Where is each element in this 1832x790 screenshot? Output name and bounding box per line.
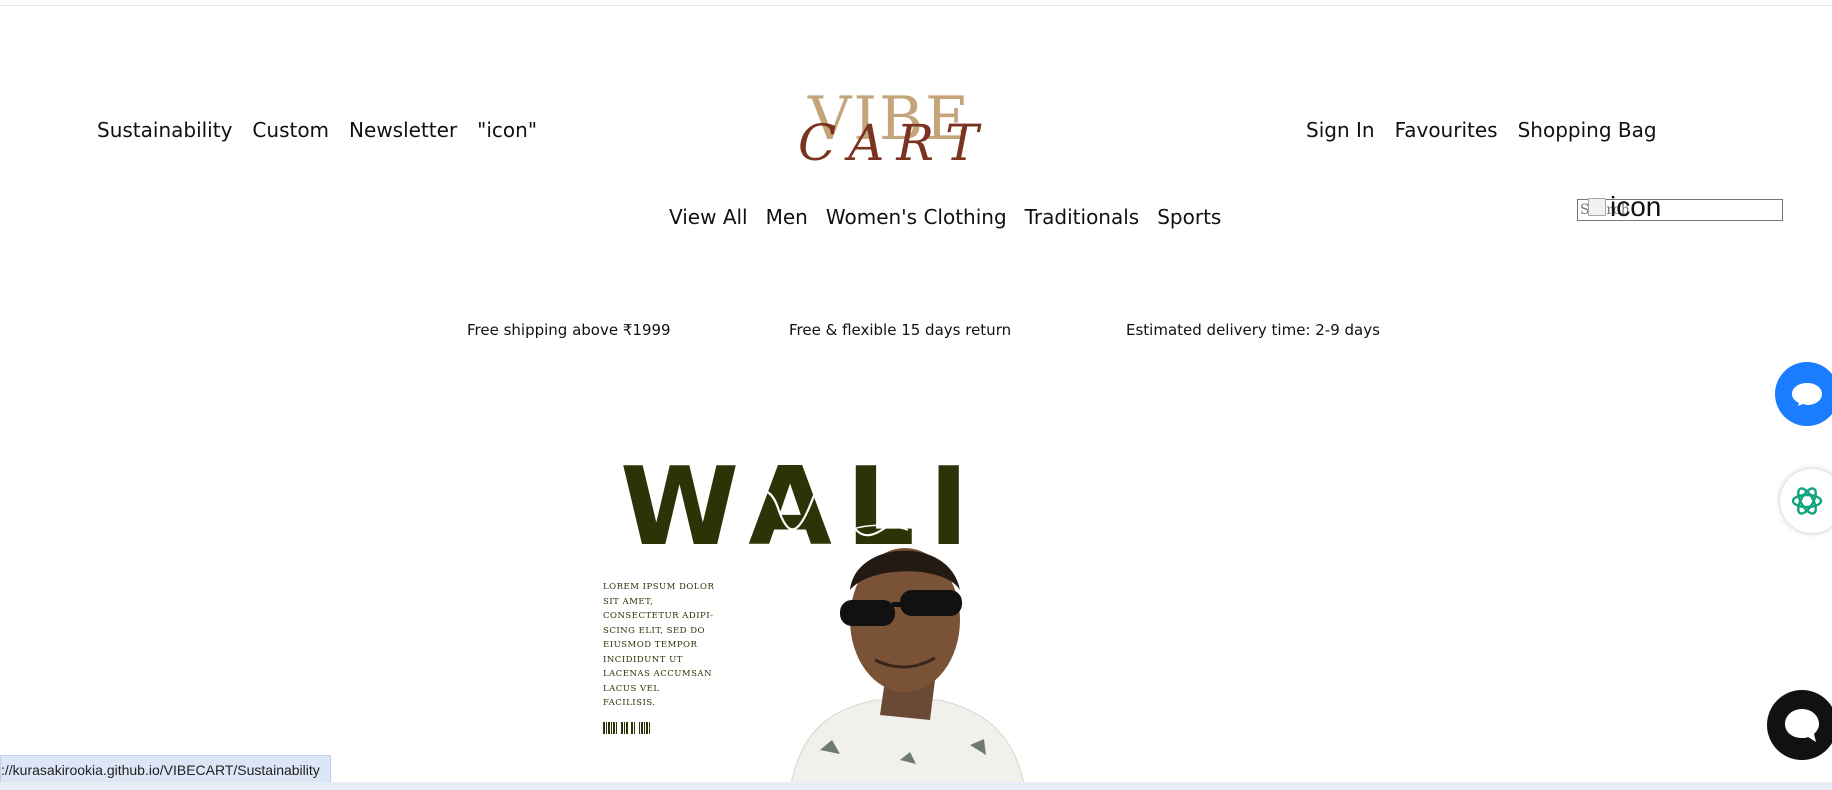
category-view-all[interactable]: View All: [669, 205, 748, 229]
nav-sustainability[interactable]: Sustainability: [97, 118, 232, 142]
search-box: icon: [1577, 191, 1786, 222]
vibecart-logo[interactable]: VIBE CART: [796, 84, 1036, 172]
category-men[interactable]: Men: [766, 205, 808, 229]
info-delivery: Estimated delivery time: 2-9 days: [1126, 321, 1380, 339]
hero-lorem-text: LOREM IPSUM DOLOR SIT AMET, CONSECTETUR …: [603, 582, 715, 708]
logo-cart: CART: [798, 114, 991, 172]
nav-icon-link[interactable]: "icon": [477, 118, 537, 142]
ai-assistant-button[interactable]: [1780, 469, 1832, 533]
message-icon: [1785, 709, 1819, 742]
nav-custom[interactable]: Custom: [252, 118, 329, 142]
chat-widget-button[interactable]: [1775, 362, 1832, 426]
nav-favourites[interactable]: Favourites: [1395, 118, 1498, 142]
nav-shopping-bag[interactable]: Shopping Bag: [1518, 118, 1657, 142]
chat-bubble-icon: [1792, 383, 1822, 406]
header-right-nav: Sign In Favourites Shopping Bag: [1306, 118, 1657, 142]
category-traditionals[interactable]: Traditionals: [1025, 205, 1140, 229]
top-divider: [0, 5, 1832, 6]
category-sports[interactable]: Sports: [1157, 205, 1221, 229]
barcode-icon: [603, 722, 650, 734]
category-nav: View All Men Women's Clothing Traditiona…: [669, 205, 1221, 229]
info-shipping: Free shipping above ₹1999: [467, 321, 671, 339]
header-left-nav: Sustainability Custom Newsletter "icon": [97, 118, 537, 142]
status-bar-url: ://kurasakirookia.github.io/VIBECART/Sus…: [0, 755, 331, 784]
category-womens-clothing[interactable]: Women's Clothing: [826, 205, 1007, 229]
nav-sign-in[interactable]: Sign In: [1306, 118, 1375, 142]
messenger-button[interactable]: [1767, 690, 1832, 760]
search-input[interactable]: [1578, 200, 1786, 220]
info-returns: Free & flexible 15 days return: [789, 321, 1012, 339]
ai-knot-icon: [1791, 487, 1823, 515]
hero-model-photo: [789, 548, 1026, 790]
hero-banner[interactable]: WALI LOREM IPSUM DOLOR SIT AMET, CONSECT…: [603, 454, 1180, 790]
bottom-scroll-strip: [0, 782, 1832, 790]
nav-newsletter[interactable]: Newsletter: [349, 118, 457, 142]
